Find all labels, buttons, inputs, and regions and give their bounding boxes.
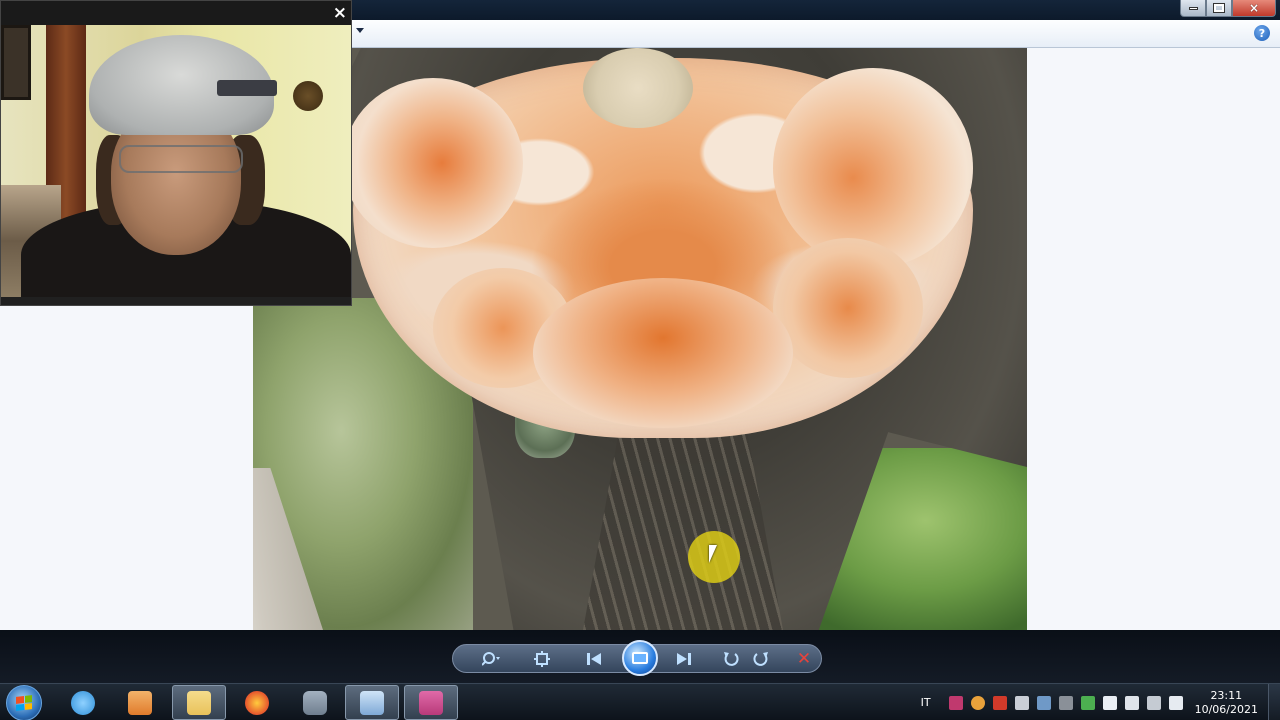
taskbar-photo-viewer[interactable] (345, 685, 399, 720)
internet-explorer-icon (71, 690, 95, 715)
webcam-wall-picture (1, 25, 31, 100)
tray-power-icon[interactable] (1146, 695, 1161, 710)
clock[interactable]: 23:11 10/06/2021 (1195, 689, 1258, 717)
tray-volume-icon[interactable] (1168, 695, 1183, 710)
file-explorer-icon (187, 690, 211, 715)
magnifier-icon (482, 652, 500, 666)
rotate-left-button[interactable] (721, 649, 741, 669)
taskbar: IT 23:11 10/06/2021 (0, 683, 1280, 720)
minimize-icon (1188, 6, 1198, 10)
webcam-app-icon (303, 690, 327, 715)
webcam-close-button[interactable]: × (333, 3, 347, 23)
recorder-app-icon (419, 690, 443, 715)
delete-button[interactable]: ✕ (793, 649, 815, 669)
tray-app-icon[interactable] (948, 695, 963, 710)
rotate-right-button[interactable] (751, 649, 771, 669)
show-desktop-button[interactable] (1268, 684, 1280, 720)
previous-icon (587, 653, 601, 665)
webcam-feed (1, 25, 351, 297)
webcam-person-hat (89, 35, 277, 135)
tray-fox-icon[interactable] (970, 695, 985, 710)
photo-fungus-lobe (773, 238, 923, 378)
tray-monitor-icon[interactable] (1014, 695, 1029, 710)
help-icon: ? (1258, 26, 1266, 40)
rotate-left-icon (724, 652, 739, 666)
webcam-title-bar[interactable]: × (1, 1, 351, 25)
system-tray: IT 23:11 10/06/2021 (921, 684, 1280, 720)
zoom-button[interactable] (477, 649, 507, 669)
photo-fungus-lobe (343, 78, 523, 248)
tray-security-icon[interactable] (1080, 695, 1095, 710)
start-button[interactable] (6, 685, 42, 720)
slideshow-button[interactable] (622, 640, 658, 676)
delete-icon: ✕ (796, 649, 812, 669)
clock-time: 23:11 (1210, 688, 1243, 702)
webcam-border (1, 297, 351, 305)
language-indicator[interactable]: IT (921, 696, 931, 709)
rotate-right-icon (753, 652, 768, 666)
displayed-photo (253, 48, 1027, 630)
taskbar-file-explorer[interactable] (172, 685, 226, 720)
clock-date: 10/06/2021 (1194, 702, 1258, 716)
photo-viewer-icon (360, 690, 384, 715)
webcam-person-glasses (119, 145, 243, 173)
close-button[interactable]: × (1232, 0, 1276, 17)
webcam-wall-clock (293, 81, 323, 111)
restore-icon (1213, 3, 1225, 13)
webcam-hat-badge (217, 80, 277, 96)
menu-dropdown-icon[interactable] (356, 28, 364, 33)
taskbar-firefox[interactable] (230, 685, 284, 720)
tray-keyboard-icon[interactable] (1058, 695, 1073, 710)
tray-flag-icon[interactable] (1102, 695, 1117, 710)
photo-fungus-base (583, 48, 693, 128)
slideshow-icon (632, 652, 648, 664)
next-button[interactable] (673, 649, 695, 669)
minimize-button[interactable] (1180, 0, 1206, 17)
viewer-controls-bar: ✕ (0, 630, 1280, 683)
next-icon (677, 653, 691, 665)
taskbar-recorder-app[interactable] (404, 685, 458, 720)
actual-size-button[interactable] (531, 649, 553, 669)
media-player-icon (128, 690, 152, 715)
actual-size-icon (534, 651, 550, 667)
tray-network-icon[interactable] (1036, 695, 1051, 710)
maximize-button[interactable] (1206, 0, 1232, 17)
firefox-icon (245, 690, 269, 715)
windows-logo-icon (16, 695, 32, 711)
taskbar-media-player[interactable] (113, 685, 167, 720)
mouse-cursor-icon (709, 545, 717, 563)
taskbar-internet-explorer[interactable] (56, 685, 110, 720)
photo-fungus-lobe (773, 68, 973, 268)
close-icon: × (1248, 1, 1260, 15)
desktop-screen: × ? × ✕ IT 23:11 10/06/2021 (0, 0, 1280, 720)
previous-button[interactable] (583, 649, 605, 669)
photo-fungus-lobe (533, 278, 793, 428)
tray-usb-icon[interactable] (1124, 695, 1139, 710)
tray-pdf-icon[interactable] (992, 695, 1007, 710)
taskbar-webcam-app[interactable] (288, 685, 342, 720)
help-button[interactable]: ? (1254, 25, 1270, 41)
webcam-overlay[interactable]: × (0, 0, 352, 306)
window-buttons: × (1180, 0, 1276, 17)
